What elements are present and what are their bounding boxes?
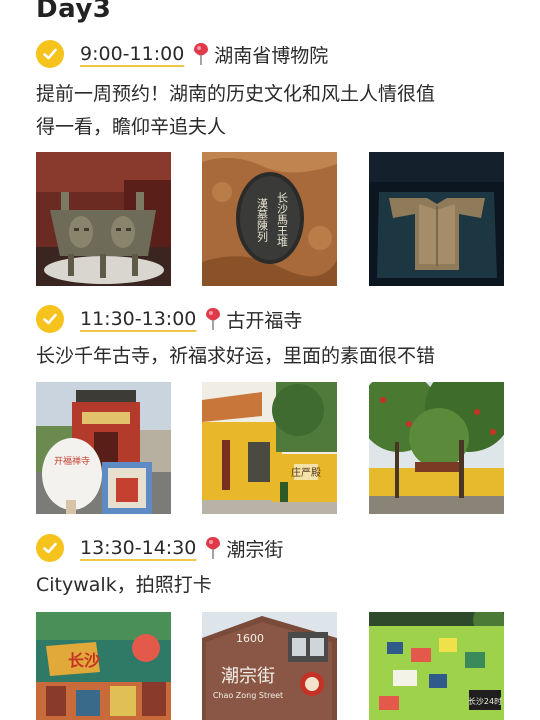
photo-temple-gate-fan[interactable]: 开福禅寺 bbox=[36, 382, 171, 514]
changsha-title: 长沙 bbox=[68, 651, 100, 670]
description-line: 提前一周预约！湖南的历史文化和风土人情很值 bbox=[36, 83, 436, 105]
check-circle-icon bbox=[36, 40, 64, 68]
fan-inscription: 开福禅寺 bbox=[54, 455, 90, 467]
photo-temple-hall[interactable]: 庄严殿 bbox=[202, 382, 337, 514]
stop-time: 9:00-11:00 bbox=[80, 43, 185, 65]
tablet-inscription: 长沙馬王堆 bbox=[276, 192, 289, 247]
description-line: Citywalk，拍照打卡 bbox=[36, 574, 212, 596]
stop-header-1: 9:00-11:00 湖南省博物院 bbox=[36, 39, 328, 69]
photo-museum-tablet[interactable]: 长沙馬王堆 漢墓陳列 bbox=[202, 152, 337, 286]
description-line: 长沙千年古寺，祈福求好运，里面的素面很不错 bbox=[36, 345, 436, 367]
stop-place: 古开福寺 bbox=[226, 309, 303, 332]
map-pin-icon bbox=[206, 308, 221, 330]
photo-temple-courtyard[interactable] bbox=[369, 382, 504, 514]
tablet-inscription-2: 漢墓陳列 bbox=[256, 198, 269, 243]
day-title: Day3 bbox=[36, 0, 112, 24]
street-name: 潮宗街 bbox=[221, 666, 275, 687]
stop-description: 提前一周预约！湖南的历史文化和风土人情很值 得一看，瞻仰辛追夫人 bbox=[36, 78, 516, 144]
stop-place: 潮宗街 bbox=[226, 538, 284, 561]
photo-silk-garment[interactable] bbox=[369, 152, 504, 286]
stop-description: Citywalk，拍照打卡 bbox=[36, 569, 516, 602]
stop-header-3: 13:30-14:30 潮宗街 bbox=[36, 533, 283, 563]
map-pin-icon bbox=[194, 43, 209, 65]
hall-plaque: 庄严殿 bbox=[291, 466, 321, 479]
photo-bronze-vessel[interactable] bbox=[36, 152, 171, 286]
stop-place: 湖南省博物院 bbox=[214, 44, 329, 67]
stop-header-2: 11:30-13:00 古开福寺 bbox=[36, 304, 302, 334]
map-pin-icon bbox=[206, 537, 221, 559]
stop-time: 11:30-13:00 bbox=[80, 308, 197, 330]
stop-time: 13:30-14:30 bbox=[80, 537, 197, 559]
check-circle-icon bbox=[36, 305, 64, 333]
check-circle-icon bbox=[36, 534, 64, 562]
description-line: 得一看，瞻仰辛追夫人 bbox=[36, 116, 227, 138]
board-sign: 长沙24时 bbox=[468, 696, 502, 706]
photo-changsha-mural[interactable]: 长沙 bbox=[36, 612, 171, 720]
photo-graffiti-board[interactable]: 长沙24时 bbox=[369, 612, 504, 720]
street-name-en: Chao Zong Street bbox=[213, 691, 283, 700]
stop-description: 长沙千年古寺，祈福求好运，里面的素面很不错 bbox=[36, 340, 516, 373]
photo-chaozong-street[interactable]: 1600 潮宗街 Chao Zong Street bbox=[202, 612, 337, 720]
street-number: 1600 bbox=[236, 632, 264, 645]
